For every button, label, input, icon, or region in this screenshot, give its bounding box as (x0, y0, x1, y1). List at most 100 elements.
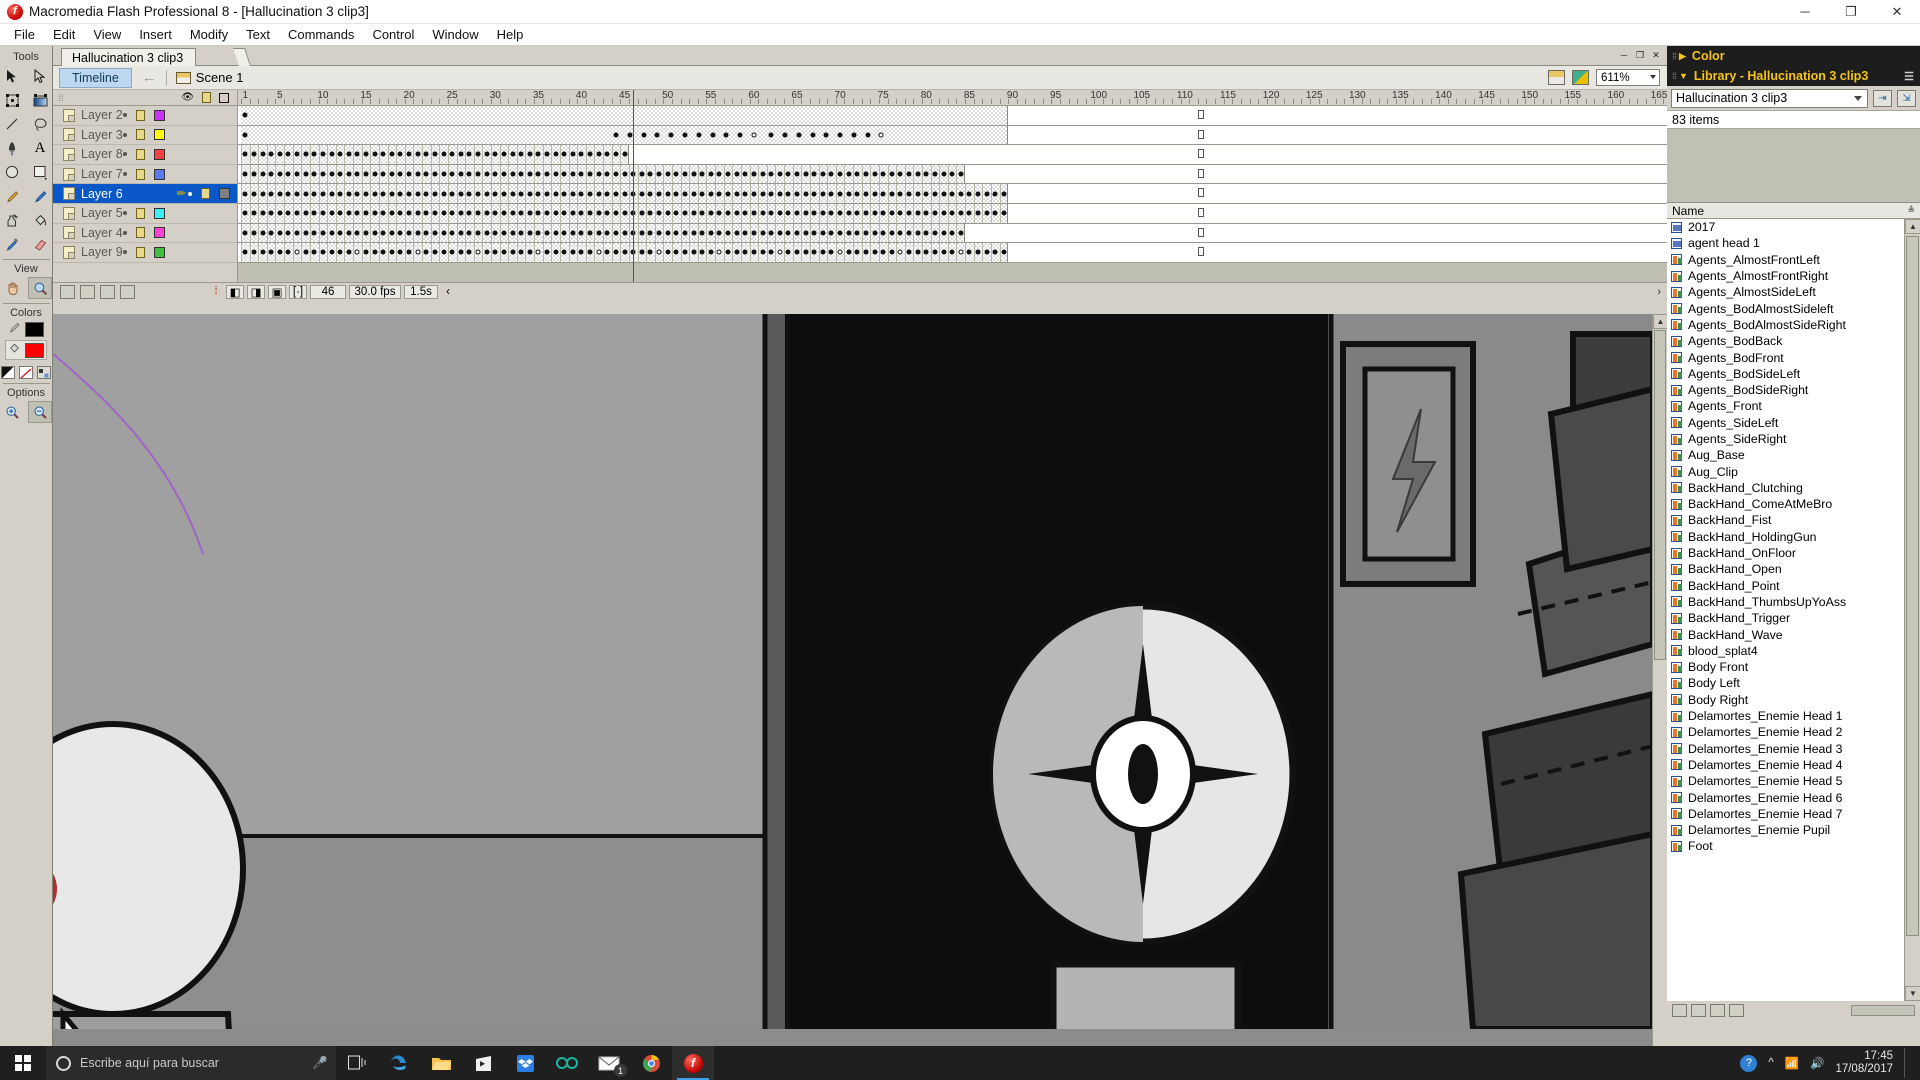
keyframe-marker[interactable] (760, 230, 765, 236)
keyframe-marker[interactable] (837, 191, 843, 197)
keyframe-marker[interactable] (492, 191, 498, 197)
keyframe-marker[interactable] (441, 249, 447, 255)
keyframe-marker[interactable] (484, 191, 490, 197)
keyframe-marker[interactable] (242, 230, 248, 236)
show-hidden-icons-icon[interactable]: ^ (1768, 1057, 1773, 1069)
keyframe-marker[interactable] (941, 230, 947, 236)
frame-span[interactable] (241, 106, 1009, 125)
keyframe-marker[interactable] (553, 230, 559, 236)
keyframe-marker[interactable] (570, 230, 576, 236)
library-vertical-scrollbar[interactable]: ▲ ▼ (1904, 219, 1920, 1001)
keyframe-marker[interactable] (837, 249, 843, 255)
library-list-item[interactable]: Agents_AlmostFrontRight (1667, 268, 1904, 284)
keyframe-marker[interactable] (242, 249, 248, 255)
keyframe-marker[interactable] (449, 230, 455, 236)
menu-window[interactable]: Window (423, 25, 487, 44)
keyframe-marker[interactable] (311, 230, 317, 236)
keyframe-marker[interactable] (397, 210, 403, 216)
keyframe-marker[interactable] (432, 230, 438, 236)
keyframe-marker[interactable] (760, 210, 765, 216)
keyframe-marker[interactable] (242, 210, 248, 216)
library-list-item[interactable]: BackHand_HoldingGun (1667, 529, 1904, 545)
keyframe-marker[interactable] (949, 230, 955, 236)
keyframe-marker[interactable] (613, 151, 619, 157)
keyframe-marker[interactable] (691, 171, 697, 177)
keyframe-marker[interactable] (501, 171, 507, 177)
keyframe-marker[interactable] (699, 230, 705, 236)
library-list-item[interactable]: Delamortes_Enemie Head 7 (1667, 806, 1904, 822)
keyframe-marker[interactable] (716, 249, 722, 255)
scroll-to-start-icon[interactable]: ‹ (441, 285, 455, 299)
keyframe-marker[interactable] (389, 191, 395, 197)
keyframe-marker[interactable] (578, 210, 584, 216)
keyframe-marker[interactable] (975, 191, 981, 197)
keyframe-marker[interactable] (742, 210, 748, 216)
keyframe-marker[interactable] (397, 171, 403, 177)
keyframe-marker[interactable] (561, 151, 567, 157)
keyframe-marker[interactable] (734, 171, 740, 177)
keyframe-marker[interactable] (527, 249, 533, 255)
library-list-item[interactable]: Agents_BodFront (1667, 349, 1904, 365)
keyframe-marker[interactable] (260, 210, 266, 216)
keyframe-marker[interactable] (656, 230, 662, 236)
keyframe-marker[interactable] (699, 191, 705, 197)
layer-visibility-toggle[interactable] (122, 230, 127, 235)
new-folder-icon[interactable] (1691, 1003, 1706, 1017)
keyframe-marker[interactable] (415, 191, 421, 197)
keyframe-marker[interactable] (303, 210, 309, 216)
keyframe-marker[interactable] (820, 210, 826, 216)
keyframe-marker[interactable] (346, 249, 352, 255)
frame-rows[interactable] (238, 106, 1667, 263)
library-list-item[interactable]: BackHand_ThumbsUpYoAss (1667, 594, 1904, 610)
keyframe-marker[interactable] (708, 210, 714, 216)
pin-library-icon[interactable]: ⇲ (1897, 89, 1916, 107)
keyframe-marker[interactable] (363, 171, 369, 177)
keyframe-marker[interactable] (389, 230, 395, 236)
keyframe-marker[interactable] (432, 249, 438, 255)
keyframe-marker[interactable] (613, 210, 619, 216)
keyframe-marker[interactable] (578, 151, 584, 157)
keyframe-marker[interactable] (527, 210, 533, 216)
keyframe-marker[interactable] (828, 249, 834, 255)
keyframe-marker[interactable] (820, 191, 826, 197)
keyframe-marker[interactable] (949, 210, 955, 216)
keyframe-marker[interactable] (777, 210, 783, 216)
keyframe-marker[interactable] (915, 249, 921, 255)
layer-lock-toggle[interactable] (135, 129, 145, 141)
keyframe-marker[interactable] (751, 210, 757, 216)
keyframe-marker[interactable] (708, 230, 714, 236)
keyframe-marker[interactable] (992, 191, 998, 197)
keyframe-marker[interactable] (553, 171, 559, 177)
close-button[interactable]: ✕ (1874, 0, 1920, 24)
keyframe-marker[interactable] (475, 249, 481, 255)
layer-outline-color[interactable] (153, 227, 165, 239)
keyframe-marker[interactable] (510, 191, 516, 197)
keyframe-marker[interactable] (311, 249, 317, 255)
keyframe-marker[interactable] (492, 151, 498, 157)
library-list-item[interactable]: Body Right (1667, 692, 1904, 708)
keyframe-marker[interactable] (251, 210, 257, 216)
keyframe-marker[interactable] (596, 230, 602, 236)
keyframe-marker[interactable] (354, 151, 360, 157)
keyframe-marker[interactable] (785, 191, 791, 197)
keyframe-marker[interactable] (432, 171, 438, 177)
keyframe-marker[interactable] (484, 171, 490, 177)
keyframe-marker[interactable] (923, 171, 929, 177)
keyframe-marker[interactable] (958, 249, 964, 255)
keyframe-marker[interactable] (768, 132, 774, 138)
keyframe-marker[interactable] (501, 191, 507, 197)
zoom-level-select[interactable]: 611% (1596, 69, 1660, 86)
keyframe-marker[interactable] (484, 210, 490, 216)
keyframe-marker[interactable] (320, 210, 326, 216)
keyframe-marker[interactable] (578, 249, 584, 255)
keyframe-marker[interactable] (984, 191, 990, 197)
keyframe-marker[interactable] (949, 171, 955, 177)
keyframe-marker[interactable] (285, 249, 291, 255)
keyframe-marker[interactable] (466, 249, 472, 255)
library-list-item[interactable]: 2017 (1667, 219, 1904, 235)
keyframe-marker[interactable] (432, 151, 438, 157)
keyframe-marker[interactable] (268, 151, 274, 157)
keyframe-marker[interactable] (846, 249, 852, 255)
keyframe-marker[interactable] (527, 230, 533, 236)
keyframe-marker[interactable] (811, 171, 817, 177)
